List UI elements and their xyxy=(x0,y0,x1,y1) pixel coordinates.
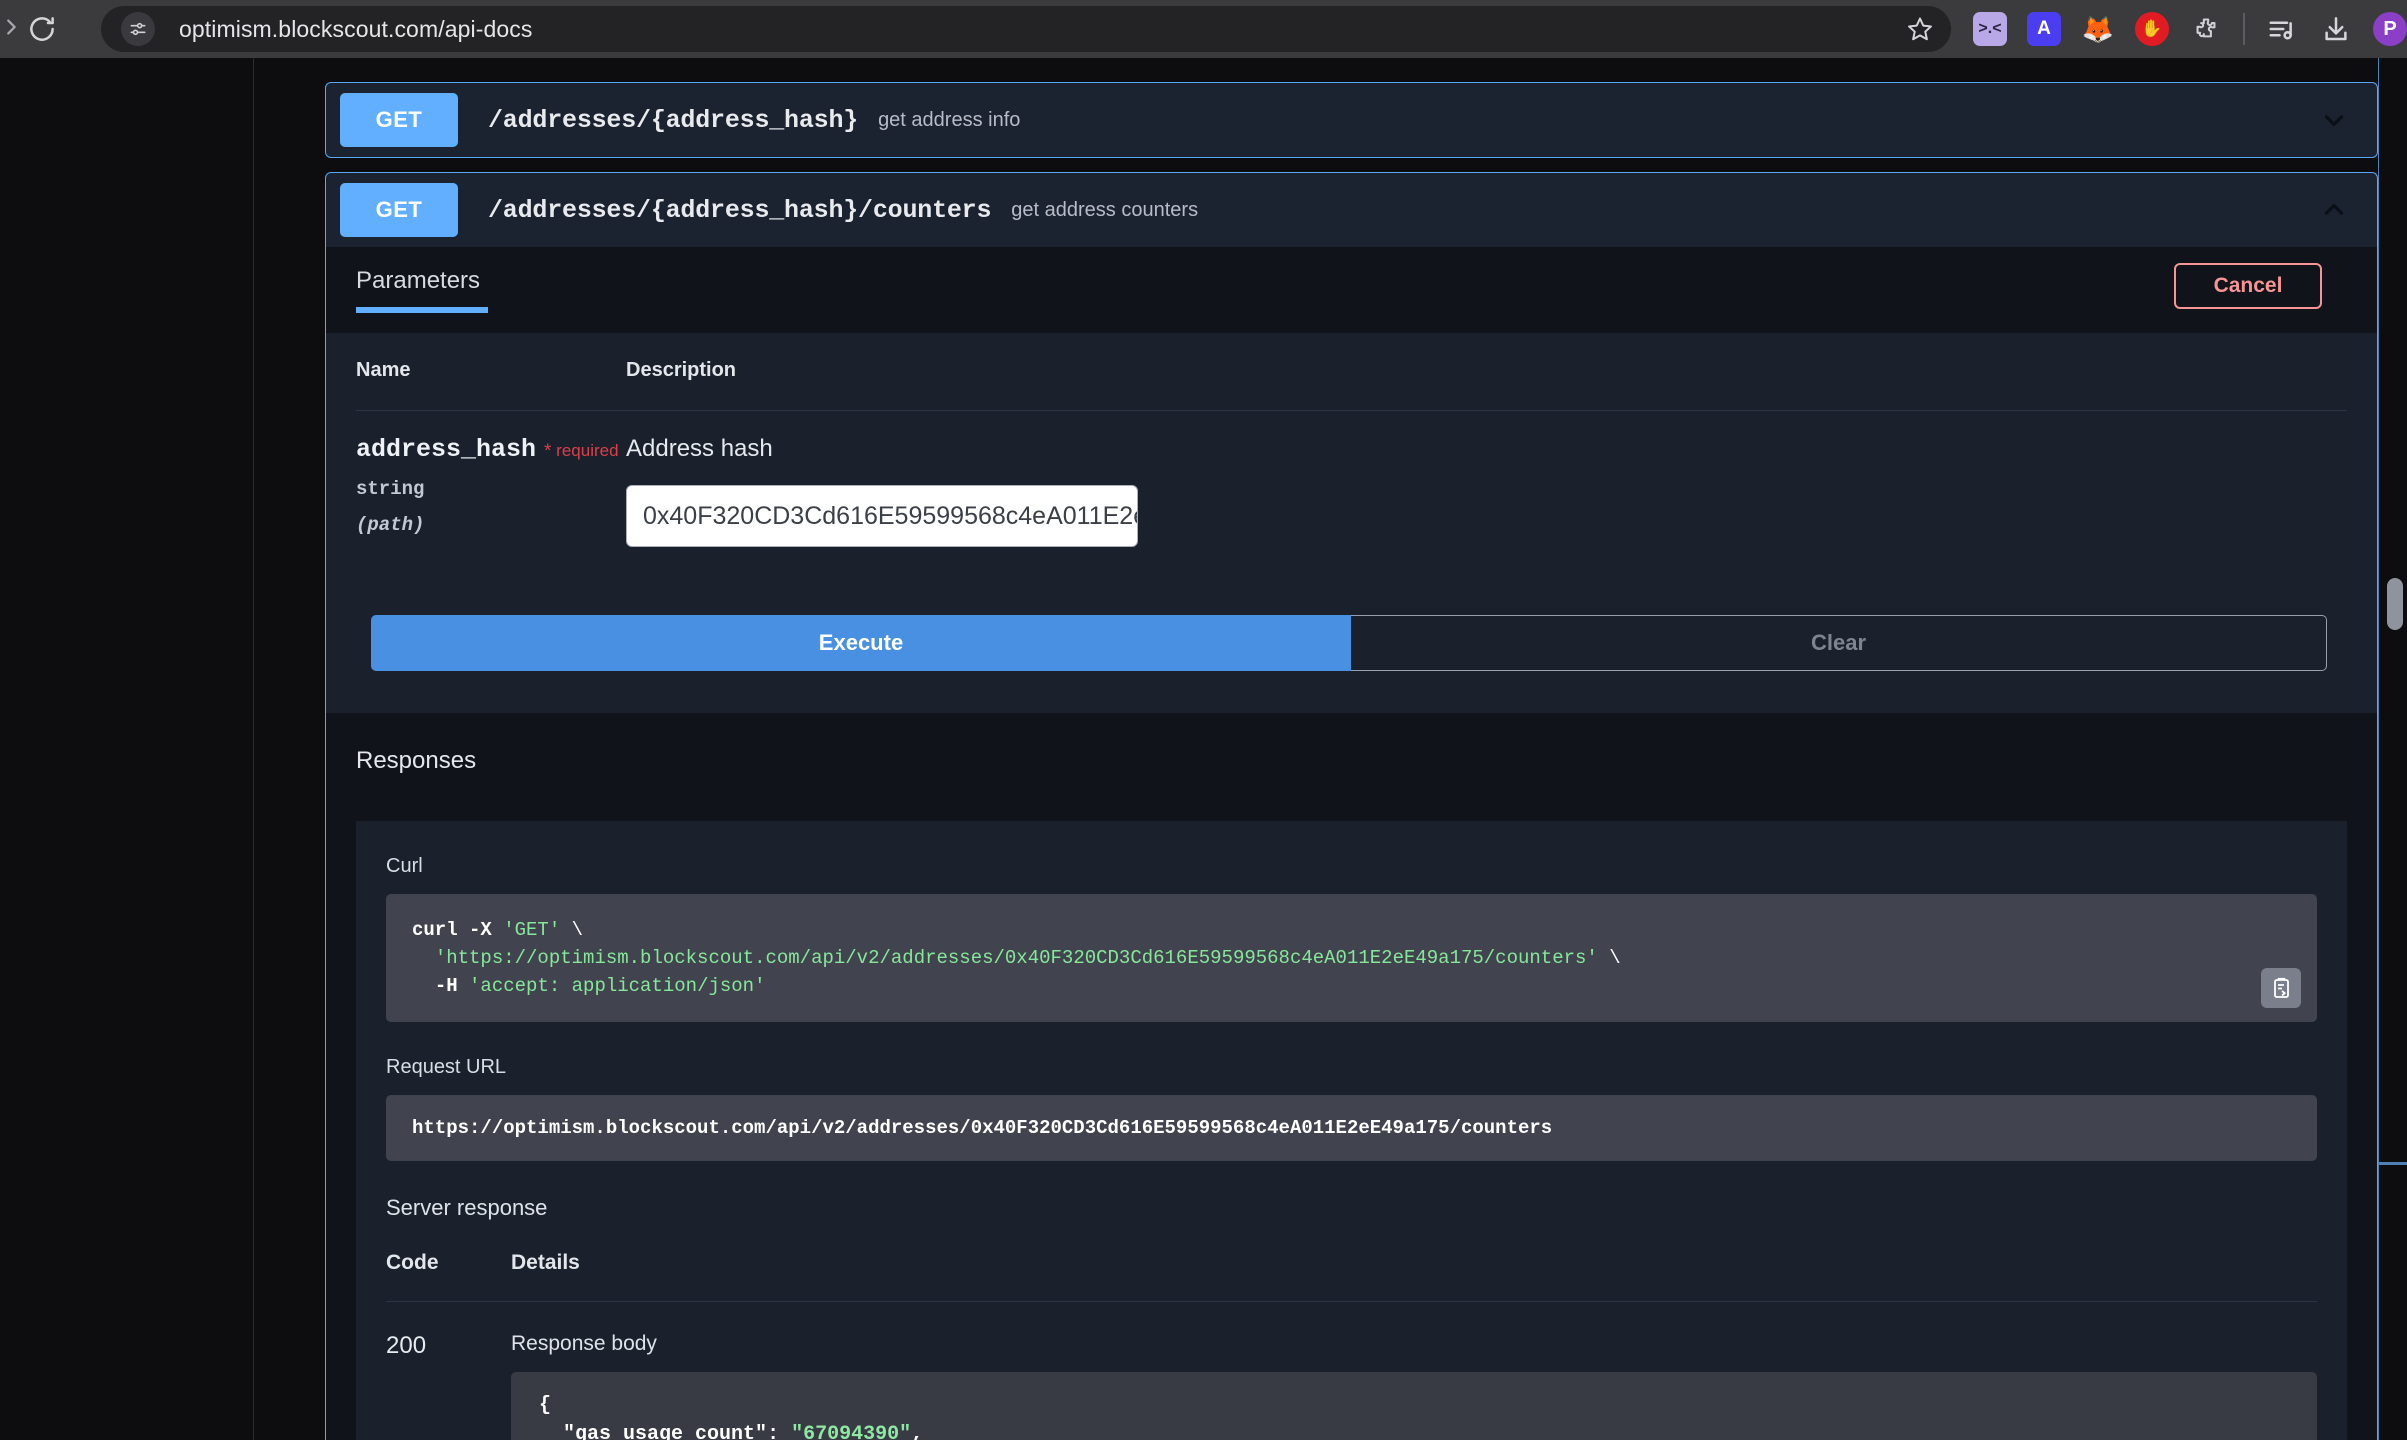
metamask-extension-icon[interactable]: 🦊 xyxy=(2081,12,2115,46)
arrow-forward-icon xyxy=(7,19,16,35)
curl-code-block: curl -X 'GET' \ 'https://optimism.blocks… xyxy=(386,894,2317,1023)
site-settings-button[interactable] xyxy=(121,12,155,46)
col-header-details: Details xyxy=(511,1251,580,1275)
execute-row: Execute Clear xyxy=(326,577,2377,713)
responses-inner: Curl curl -X 'GET' \ 'https://optimism.b… xyxy=(356,821,2347,1440)
reload-button[interactable] xyxy=(22,2,61,56)
curl-method: 'GET' xyxy=(503,919,561,941)
response-header-row: Code Details xyxy=(386,1251,2317,1302)
downloads-button[interactable] xyxy=(2319,12,2353,46)
operation-toolbar: Parameters Cancel xyxy=(326,247,2377,333)
responses-section: Responses Curl curl -X 'GET' \ 'https://… xyxy=(326,713,2377,1440)
scrollbar-thumb[interactable] xyxy=(2387,578,2403,630)
code-extension-icon[interactable]: >.< xyxy=(1973,12,2007,46)
endpoint-get-address-counters[interactable]: GET /addresses/{address_hash}/counters g… xyxy=(325,172,2378,1440)
curl-header-flag: -H xyxy=(434,975,470,998)
sidebar-divider xyxy=(253,58,254,1440)
col-header-name: Name xyxy=(356,359,411,381)
collapse-toggle[interactable] xyxy=(2317,193,2351,227)
curl-line2-tail: \ xyxy=(1597,947,1621,970)
responses-title: Responses xyxy=(356,747,477,774)
copy-curl-button[interactable] xyxy=(2261,968,2301,1009)
response-body-code: { "gas_usage_count": "67094390", "token_… xyxy=(511,1372,2317,1440)
status-code: 200 xyxy=(386,1332,427,1360)
star-icon xyxy=(1908,17,1932,41)
curl-command: curl -X xyxy=(412,919,504,941)
url-text: optimism.blockscout.com/api-docs xyxy=(179,15,533,42)
response-details-cell: Response body { "gas_usage_count": "6709… xyxy=(511,1301,2317,1440)
extensions-puzzle-icon[interactable] xyxy=(2189,12,2223,46)
execute-button[interactable]: Execute xyxy=(371,615,1351,671)
curl-line1-tail: \ xyxy=(560,919,584,941)
chevron-up-icon xyxy=(2324,204,2344,215)
page-viewport: GET /addresses/{address_hash} get addres… xyxy=(0,58,2407,1440)
puzzle-piece-icon xyxy=(2196,18,2216,38)
clear-button[interactable]: Clear xyxy=(1351,615,2327,671)
endpoint-description: get address info xyxy=(878,108,1021,131)
parameter-type: string xyxy=(356,478,425,500)
parameter-value-cell: Address hash 0x40F320CD3Cd616E59599568c4… xyxy=(626,410,2347,577)
response-row: 200 Response body { "gas_usage_count": "… xyxy=(386,1301,2317,1440)
required-star: * xyxy=(544,441,552,462)
endpoint-get-address-info[interactable]: GET /addresses/{address_hash} get addres… xyxy=(325,82,2378,158)
download-icon xyxy=(2325,17,2347,41)
media-playlist-icon xyxy=(2269,21,2292,40)
response-body-label: Response body xyxy=(511,1332,657,1356)
curl-url: 'https://optimism.blockscout.com/api/v2/… xyxy=(434,947,1598,970)
endpoint-path: /addresses/{address_hash}/counters xyxy=(488,195,992,225)
page-info-icon xyxy=(130,22,146,36)
json-value-0: "67094390" xyxy=(791,1422,912,1440)
endpoint-body: Parameters Cancel Name Description addre… xyxy=(326,247,2377,1440)
expand-toggle[interactable] xyxy=(2317,103,2351,137)
authenticator-extension-icon[interactable]: A xyxy=(2027,12,2061,46)
json-comma-0: , xyxy=(911,1422,924,1440)
parameters-header-row: Name Description xyxy=(356,359,2347,411)
tab-parameters[interactable]: Parameters xyxy=(356,267,489,313)
endpoint-path: /addresses/{address_hash} xyxy=(488,105,859,135)
address-hash-input[interactable]: 0x40F320CD3Cd616E59599568c4eA011E2eE49a1… xyxy=(626,485,1138,547)
endpoint-summary[interactable]: GET /addresses/{address_hash}/counters g… xyxy=(326,173,2377,247)
endpoint-description: get address counters xyxy=(1011,198,1199,221)
curl-label: Curl xyxy=(386,855,423,877)
required-label: required xyxy=(556,441,619,460)
toolbar-divider xyxy=(2243,13,2245,45)
col-header-code: Code xyxy=(386,1251,439,1275)
profile-avatar-icon[interactable]: P xyxy=(2373,12,2407,46)
swagger-content: GET /addresses/{address_hash} get addres… xyxy=(325,58,2378,1440)
server-response-table: Code Details 200 Response body {"gas_us… xyxy=(386,1251,2317,1440)
endpoint-summary[interactable]: GET /addresses/{address_hash} get addres… xyxy=(326,83,2377,157)
forward-button[interactable] xyxy=(0,16,22,42)
response-code-cell: 200 xyxy=(386,1301,511,1440)
json-key-0: "gas_usage_count" xyxy=(563,1422,768,1440)
scrollbar-marker xyxy=(2378,1162,2407,1165)
extensions-strip: >.< A 🦊 ✋ P xyxy=(1973,12,2407,46)
parameter-description: Address hash xyxy=(626,435,773,462)
json-open-brace: { xyxy=(539,1394,552,1418)
parameter-location: (path) xyxy=(356,514,425,536)
address-bar[interactable]: optimism.blockscout.com/api-docs xyxy=(101,6,1951,52)
chevron-down-icon xyxy=(2324,115,2344,126)
page-scrollbar[interactable] xyxy=(2378,58,2407,1440)
media-playlist-button[interactable] xyxy=(2265,12,2299,46)
parameters-section: Name Description address_hash * required … xyxy=(326,333,2377,577)
cancel-button[interactable]: Cancel xyxy=(2174,263,2322,309)
request-url-label: Request URL xyxy=(386,1056,507,1079)
parameters-table: Name Description address_hash * required … xyxy=(356,359,2347,577)
server-response-label: Server response xyxy=(386,1195,548,1221)
col-header-description: Description xyxy=(626,359,737,381)
reload-icon xyxy=(29,17,54,41)
adblock-extension-icon[interactable]: ✋ xyxy=(2135,12,2169,46)
http-method-badge: GET xyxy=(340,93,458,147)
browser-toolbar: optimism.blockscout.com/api-docs >.< A 🦊… xyxy=(0,0,2407,58)
bookmark-button[interactable] xyxy=(1903,12,1937,46)
http-method-badge: GET xyxy=(340,183,458,237)
required-marker: * required xyxy=(544,441,619,462)
parameter-row: address_hash * required string (path) Add… xyxy=(356,410,2347,577)
parameter-name: address_hash xyxy=(356,435,537,464)
copy-to-clipboard-icon xyxy=(2274,978,2289,999)
request-url-value: https://optimism.blockscout.com/api/v2/a… xyxy=(386,1095,2317,1162)
parameter-name-cell: address_hash * required string (path) xyxy=(356,410,626,577)
curl-accept-header: 'accept: application/json' xyxy=(469,975,766,998)
